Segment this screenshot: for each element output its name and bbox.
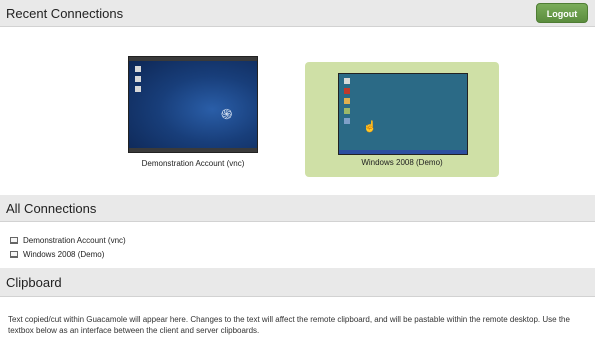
recent-connection-label: Windows 2008 (Demo)	[361, 158, 443, 167]
connection-list-item[interactable]: Windows 2008 (Demo)	[10, 247, 126, 261]
clipboard-header: Clipboard	[0, 268, 595, 297]
desktop-icon	[344, 118, 350, 124]
all-connections-list: Demonstration Account (vnc) Windows 2008…	[10, 233, 126, 261]
recent-connection-label: Demonstration Account (vnc)	[141, 159, 245, 168]
connection-name: Windows 2008 (Demo)	[23, 249, 105, 259]
clipboard-description: Text copied/cut within Guacamole will ap…	[8, 315, 570, 335]
desktop-icon	[135, 76, 141, 82]
connection-list-item[interactable]: Demonstration Account (vnc)	[10, 233, 126, 247]
clipboard-title: Clipboard	[6, 275, 62, 290]
desktop-icon	[135, 86, 141, 92]
recent-connection-windows-2008[interactable]: ☝ Windows 2008 (Demo)	[305, 62, 499, 177]
recent-connection-demonstration-account[interactable]: ֍ Demonstration Account (vnc)	[122, 52, 264, 174]
debian-swirl-icon: ֍	[221, 106, 233, 122]
windows-taskbar	[339, 150, 467, 154]
desktop-bottom-panel	[129, 148, 257, 152]
monitor-icon	[10, 236, 18, 244]
monitor-icon	[10, 250, 18, 258]
logout-button[interactable]: Logout	[536, 3, 588, 23]
recent-connections-header: Recent Connections	[0, 0, 595, 27]
all-connections-header: All Connections	[0, 195, 595, 222]
recent-connections-title: Recent Connections	[6, 6, 124, 21]
mouse-cursor-icon: ☝	[363, 121, 377, 133]
desktop-icon	[344, 78, 350, 84]
all-connections-title: All Connections	[6, 201, 97, 216]
desktop-icon	[344, 98, 350, 104]
windows-2008-thumbnail: ☝	[338, 73, 468, 155]
desktop-icon	[344, 88, 350, 94]
demonstration-account-thumbnail: ֍	[128, 56, 258, 153]
desktop-top-panel	[129, 57, 257, 61]
connection-name: Demonstration Account (vnc)	[23, 235, 126, 245]
desktop-icon	[135, 66, 141, 72]
desktop-icon	[344, 108, 350, 114]
